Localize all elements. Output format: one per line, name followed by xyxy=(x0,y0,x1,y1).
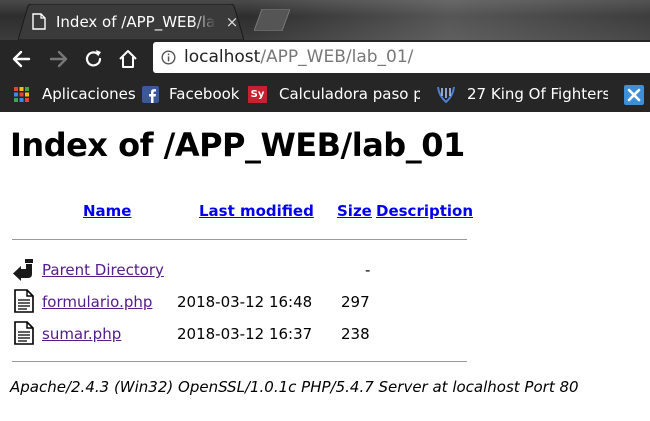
bookmark-label: 27 King Of Fighters F xyxy=(467,85,608,103)
file-link[interactable]: sumar.php xyxy=(42,325,121,343)
column-header-last-modified[interactable]: Last modified xyxy=(199,202,314,220)
new-tab-button[interactable] xyxy=(254,9,290,31)
bookmark-label: Calculadora paso por xyxy=(279,85,420,103)
row-size: 238 xyxy=(341,325,370,343)
url-text[interactable]: localhost/APP_WEB/lab_01/ xyxy=(184,46,413,69)
row-size: 297 xyxy=(341,293,370,311)
page-content: Index of /APP_WEB/lab_01 Name Last modif… xyxy=(0,112,650,421)
tabstrip-background xyxy=(250,0,650,40)
url-host: localhost xyxy=(184,47,261,67)
back-button[interactable] xyxy=(11,48,33,70)
file-link[interactable]: formulario.php xyxy=(42,293,152,311)
page-favicon-icon xyxy=(32,13,46,30)
bookmark-apps[interactable]: Aplicaciones xyxy=(13,77,136,112)
symbolab-icon: Sy xyxy=(248,86,267,103)
parent-directory-link[interactable]: Parent Directory xyxy=(42,261,164,279)
file-icon xyxy=(14,321,34,345)
page-title: Index of /APP_WEB/lab_01 xyxy=(10,126,465,164)
divider-bottom xyxy=(12,361,467,362)
back-arrow-icon xyxy=(13,259,33,281)
column-header-name[interactable]: Name xyxy=(83,202,131,220)
row-last-modified: 2018-03-12 16:48 xyxy=(177,293,313,311)
browser-tab[interactable]: Index of /APP_WEB/lab_01 × xyxy=(18,4,244,40)
tab-close-icon[interactable]: × xyxy=(224,14,240,30)
reload-button[interactable] xyxy=(83,48,105,70)
server-signature: Apache/2.4.3 (Win32) OpenSSL/1.0.1c PHP/… xyxy=(10,378,579,396)
x-badge-icon xyxy=(624,85,644,105)
home-button[interactable] xyxy=(117,48,139,70)
address-bar[interactable]: localhost/APP_WEB/lab_01/ xyxy=(153,42,650,73)
bookmark-extra[interactable] xyxy=(624,77,646,112)
bookmark-label: Facebook xyxy=(169,85,240,103)
bookmark-king-of-fighters[interactable]: 27 King Of Fighters F xyxy=(436,77,608,112)
url-path: /APP_WEB/lab_01/ xyxy=(260,47,414,67)
site-info-icon[interactable] xyxy=(161,50,176,65)
row-size: - xyxy=(365,261,371,279)
row-last-modified: 2018-03-12 16:37 xyxy=(177,325,313,343)
column-header-description[interactable]: Description xyxy=(376,202,473,220)
tab-strip: Index of /APP_WEB/lab_01 × xyxy=(0,0,650,40)
bookmark-facebook[interactable]: Facebook xyxy=(142,77,240,112)
tab-title: Index of /APP_WEB/lab_01 xyxy=(56,13,216,31)
forward-button[interactable] xyxy=(47,48,69,70)
column-header-size[interactable]: Size xyxy=(337,202,372,220)
bookmark-label: Aplicaciones xyxy=(42,85,136,103)
browser-chrome: Index of /APP_WEB/lab_01 × localhost/APP… xyxy=(0,0,650,112)
file-icon xyxy=(14,289,34,313)
bookmarks-bar: Aplicaciones Facebook Sy Calculadora pas… xyxy=(0,77,650,112)
bookmark-calculadora[interactable]: Sy Calculadora paso por xyxy=(248,77,420,112)
shield-logo-icon xyxy=(437,86,455,103)
divider-top xyxy=(12,239,467,240)
apps-grid-icon xyxy=(14,87,29,102)
facebook-icon xyxy=(142,86,159,103)
